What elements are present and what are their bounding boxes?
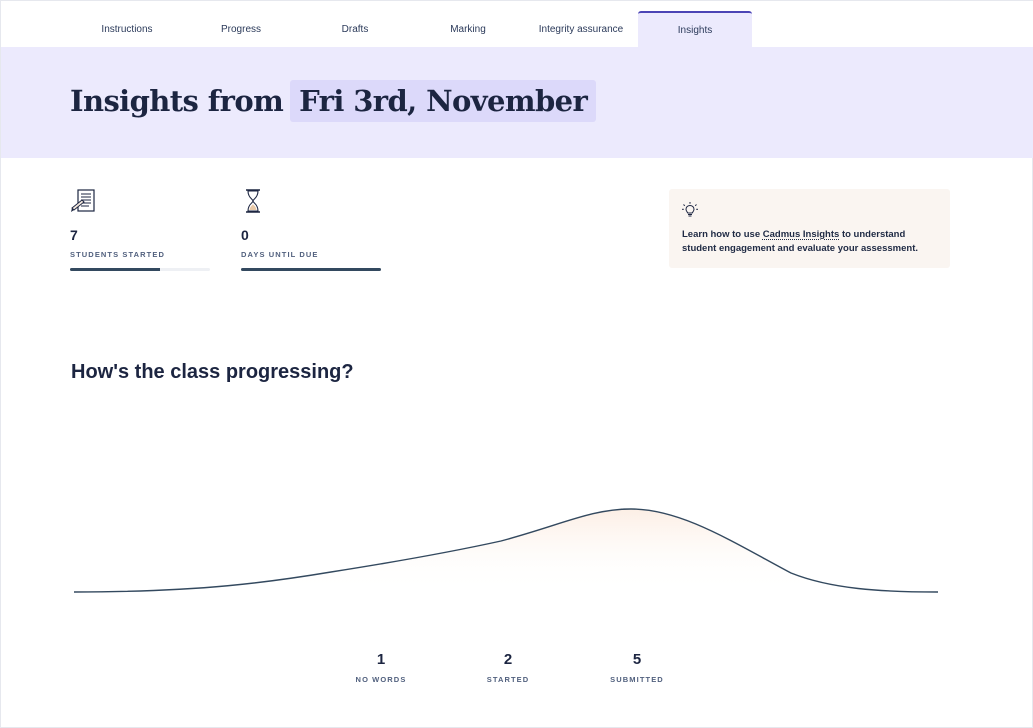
tab-progress[interactable]: Progress xyxy=(184,11,298,47)
document-pen-icon xyxy=(71,189,95,212)
count-value: 5 xyxy=(632,651,642,668)
date-selector[interactable]: Fri 3rd, November xyxy=(290,80,597,122)
lightbulb-icon xyxy=(682,202,698,217)
tab-integrity-assurance[interactable]: Integrity assurance xyxy=(524,11,638,47)
page-title-prefix: Insights from xyxy=(70,84,284,118)
tab-bar: Instructions Progress Drafts Marking Int… xyxy=(1,1,1033,47)
section-title: How's the class progressing? xyxy=(71,361,354,383)
stat-label: STUDENTS STARTED xyxy=(70,250,165,259)
stat-value: 0 xyxy=(241,227,249,243)
stat-days-until-due: 0 DAYS UNTIL DUE xyxy=(241,187,381,271)
tab-instructions[interactable]: Instructions xyxy=(70,11,184,47)
tip-text-before: Learn how to use xyxy=(682,229,763,240)
stat-students-started: 7 STUDENTS STARTED xyxy=(70,187,210,271)
count-label: SUBMITTED xyxy=(610,675,664,684)
count-started: 2 STARTED xyxy=(458,651,558,684)
progress-bar-fill xyxy=(241,268,381,271)
hourglass-icon xyxy=(246,189,260,213)
count-value: 1 xyxy=(376,651,386,668)
tab-marking[interactable]: Marking xyxy=(411,11,525,47)
tab-drafts[interactable]: Drafts xyxy=(298,11,412,47)
count-label: STARTED xyxy=(486,675,530,684)
count-submitted: 5 SUBMITTED xyxy=(587,651,687,684)
stat-label: DAYS UNTIL DUE xyxy=(241,250,319,259)
count-value: 2 xyxy=(503,651,513,668)
count-no-words: 1 NO WORDS xyxy=(331,651,431,684)
progress-bar xyxy=(241,268,381,271)
insights-tip-card: Learn how to use Cadmus Insights to unde… xyxy=(669,189,950,268)
progress-bar-fill xyxy=(70,268,160,271)
tip-text: Learn how to use Cadmus Insights to unde… xyxy=(682,228,942,256)
stat-value: 7 xyxy=(70,227,78,243)
count-label: NO WORDS xyxy=(355,675,407,684)
page-title: Insights from Fri 3rd, November xyxy=(70,80,597,122)
progress-bar xyxy=(70,268,210,271)
tab-insights[interactable]: Insights xyxy=(638,11,752,47)
cadmus-insights-link[interactable]: Cadmus Insights xyxy=(763,229,840,240)
progress-distribution-chart xyxy=(73,508,939,593)
